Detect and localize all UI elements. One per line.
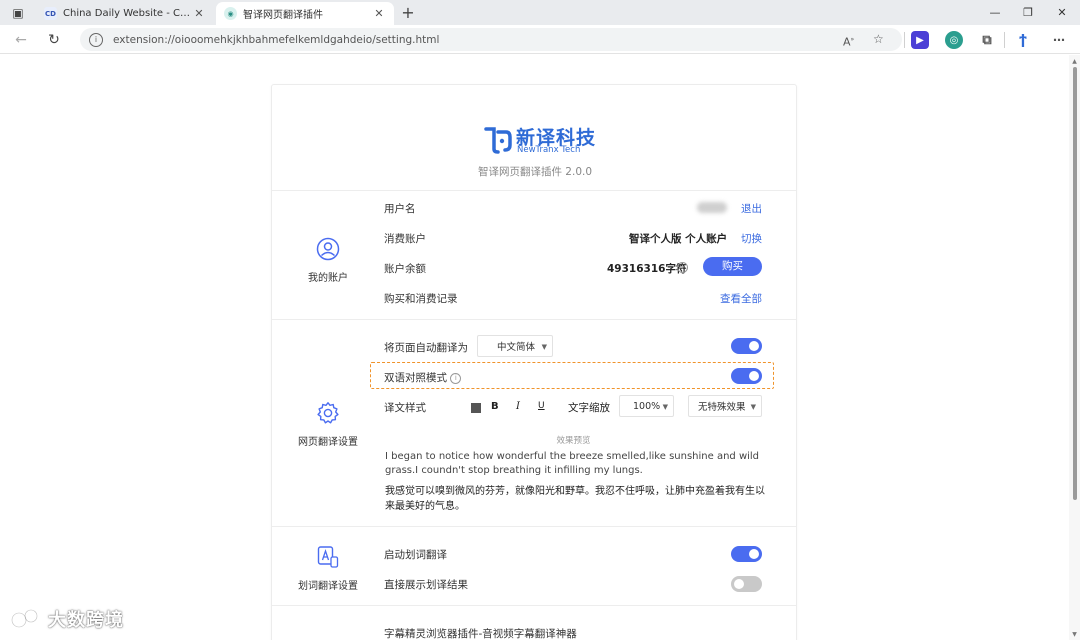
- chevron-down-icon: ▼: [541, 343, 547, 351]
- scroll-up-icon[interactable]: ▲: [1071, 58, 1078, 65]
- subtitle-plugin-link[interactable]: 字幕精灵浏览器插件-音视频字幕翻译神器: [384, 626, 577, 640]
- translate-extension-icon[interactable]: ◎: [945, 31, 963, 49]
- direct-show-toggle[interactable]: [731, 576, 762, 592]
- enable-selection-toggle[interactable]: [731, 546, 762, 562]
- section-divider: [272, 526, 796, 527]
- balance-info-wrap: i: [677, 261, 688, 273]
- bilingual-info-icon[interactable]: i: [450, 372, 462, 384]
- chevron-down-icon: ▼: [750, 403, 756, 411]
- close-window-button[interactable]: ✕: [1045, 0, 1079, 25]
- minimize-button[interactable]: —: [978, 0, 1012, 25]
- toolbar-divider: [904, 32, 905, 48]
- brand-name-en: NewTranx Tech: [517, 145, 581, 155]
- underline-button[interactable]: U: [538, 401, 545, 411]
- settings-card: 新译科技 NewTranx Tech 智译网页翻译插件 2.0.0 我的账户 用…: [271, 84, 797, 640]
- username-blurred: [697, 202, 727, 213]
- newtranx-extension-icon[interactable]: ϯ: [1014, 31, 1032, 49]
- section-divider: [272, 605, 796, 606]
- logout-link[interactable]: 退出: [741, 201, 762, 216]
- switch-account-link[interactable]: 切换: [741, 231, 762, 246]
- url-field[interactable]: i extension://oiooomehkjkhbahmefelkemldg…: [80, 28, 902, 51]
- more-menu-icon[interactable]: ⋯: [1050, 31, 1068, 49]
- bilingual-mode-text: 双语对照模式: [384, 372, 447, 384]
- consumer-account-value: 智译个人版 个人账户: [629, 233, 728, 245]
- new-tab-button[interactable]: +: [398, 2, 418, 24]
- back-button[interactable]: ←: [10, 29, 32, 51]
- brand-logo: 新译科技 NewTranx Tech: [481, 123, 601, 155]
- close-tab-icon[interactable]: ✕: [192, 7, 206, 20]
- bilingual-mode-label: 双语对照模式 i: [384, 370, 462, 385]
- auto-translate-label: 将页面自动翻译为: [384, 342, 468, 354]
- chevron-down-icon: ▼: [662, 403, 668, 411]
- direct-show-label: 直接展示划译结果: [384, 579, 468, 591]
- section-divider: [272, 319, 796, 320]
- text-scale-value: 100%: [633, 400, 661, 412]
- preview-title: 效果预览: [556, 436, 591, 446]
- effect-select[interactable]: 无特殊效果 ▼: [688, 395, 762, 417]
- tab-title: China Daily Website - Connecting: [63, 8, 192, 19]
- bilingual-mode-toggle[interactable]: [731, 368, 762, 384]
- reload-button[interactable]: ↻: [43, 29, 65, 51]
- bold-button[interactable]: B: [491, 401, 499, 412]
- china-daily-favicon-icon: CD: [44, 7, 57, 20]
- toggle-knob: [749, 371, 759, 381]
- records-label: 购买和消费记录: [384, 293, 458, 305]
- tab-actions-icon[interactable]: ▣: [5, 3, 31, 23]
- view-all-link[interactable]: 查看全部: [720, 291, 762, 306]
- text-scale-select[interactable]: 100% ▼: [619, 395, 674, 417]
- favorite-star-icon[interactable]: ☆: [873, 28, 884, 51]
- plugin-version: 智译网页翻译插件 2.0.0: [477, 166, 593, 178]
- toggle-knob: [749, 341, 759, 351]
- target-language-value: 中文简体: [497, 342, 536, 353]
- toggle-knob: [749, 549, 759, 559]
- site-info-icon[interactable]: i: [89, 32, 103, 47]
- user-account-icon: [316, 237, 340, 261]
- extensions-puzzle-icon[interactable]: ⧉: [978, 31, 996, 49]
- balance-label: 账户余额: [384, 263, 426, 275]
- selection-section-label: 划词翻译设置: [298, 581, 358, 592]
- restore-button[interactable]: ❐: [1011, 0, 1045, 25]
- section-divider: [272, 190, 796, 191]
- scroll-down-icon[interactable]: ▼: [1071, 631, 1078, 638]
- target-language-select[interactable]: 中文简体 ▼: [477, 335, 553, 357]
- extension-favicon-icon: ◉: [224, 7, 237, 20]
- translation-style-label: 译文样式: [384, 402, 426, 414]
- newtranx-logo-icon: [484, 127, 512, 154]
- url-text: extension://oiooomehkjkhbahmefelkemldgah…: [113, 33, 440, 46]
- scroll-thumb[interactable]: [1073, 67, 1077, 500]
- watermark: 大数跨境: [8, 604, 124, 634]
- address-bar: ← ↻ i extension://oiooomehkjkhbahmefelke…: [0, 25, 1080, 54]
- balance-value: 49316316字符: [607, 263, 687, 275]
- auto-translate-toggle[interactable]: [731, 338, 762, 354]
- tab-bar: ▣ CD China Daily Website - Connecting ✕ …: [0, 0, 1080, 25]
- gear-icon: [317, 402, 339, 424]
- tab-settings[interactable]: ◉ 智译网页翻译插件 ✕: [216, 2, 394, 25]
- text-scale-label: 文字缩放: [568, 402, 610, 414]
- media-extension-icon[interactable]: ▶: [911, 31, 929, 49]
- effect-value: 无特殊效果: [698, 402, 746, 413]
- buy-button[interactable]: 购买: [703, 257, 762, 276]
- text-color-swatch[interactable]: [471, 403, 481, 413]
- toggle-knob: [734, 579, 744, 589]
- consumer-account-label: 消费账户: [384, 233, 426, 245]
- preview-english-text: I began to notice how wonderful the bree…: [385, 451, 760, 476]
- watermark-logo-icon: [11, 609, 38, 628]
- close-tab-icon[interactable]: ✕: [372, 7, 386, 20]
- page-scrollbar[interactable]: ▲ ▼: [1069, 55, 1080, 640]
- account-section-label: 我的账户: [308, 273, 348, 284]
- balance-info-icon[interactable]: i: [677, 261, 688, 273]
- preview-chinese-text: 我感觉可以嗅到微风的芬芳，就像阳光和野草。我忍不住呼吸，让肺中充盈着我有生以来最…: [385, 486, 765, 512]
- tab-title: 智译网页翻译插件: [243, 10, 323, 21]
- watermark-text: 大数跨境: [48, 610, 124, 631]
- enable-selection-label: 启动划词翻译: [384, 549, 447, 561]
- toolbar-divider: [1004, 32, 1005, 48]
- tab-china-daily[interactable]: CD China Daily Website - Connecting ✕: [36, 2, 214, 25]
- username-label: 用户名: [384, 203, 416, 215]
- italic-button[interactable]: I: [516, 401, 520, 412]
- read-aloud-icon[interactable]: A»: [843, 28, 854, 51]
- text-selection-icon: [317, 546, 339, 568]
